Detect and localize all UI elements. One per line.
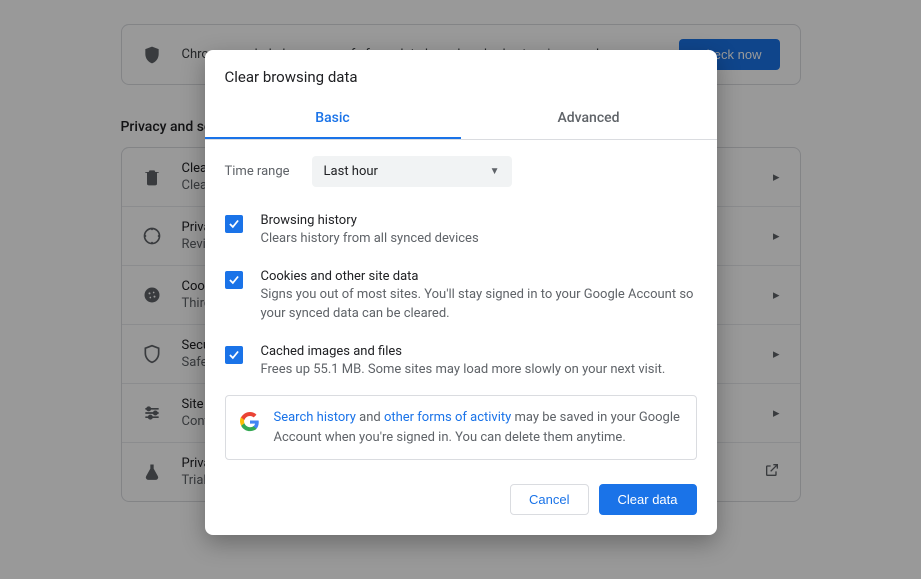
tab-basic[interactable]: Basic	[205, 98, 461, 139]
clear-browsing-data-dialog: Clear browsing data Basic Advanced Time …	[205, 50, 717, 535]
option-title: Cookies and other site data	[261, 269, 697, 284]
option-cache: Cached images and files Frees up 55.1 MB…	[225, 334, 697, 390]
option-title: Cached images and files	[261, 344, 697, 359]
checkbox-cookies[interactable]	[225, 271, 243, 289]
checkbox-cache[interactable]	[225, 346, 243, 364]
option-cookies: Cookies and other site data Signs you ou…	[225, 259, 697, 334]
option-sub: Clears history from all synced devices	[261, 230, 697, 249]
notice-text: Search history and other forms of activi…	[274, 408, 682, 447]
google-account-notice: Search history and other forms of activi…	[225, 395, 697, 460]
tab-advanced[interactable]: Advanced	[461, 98, 717, 139]
caret-down-icon: ▼	[490, 166, 500, 177]
checkbox-browsing-history[interactable]	[225, 215, 243, 233]
search-history-link[interactable]: Search history	[274, 410, 356, 425]
dialog-title: Clear browsing data	[205, 50, 717, 98]
google-icon	[240, 412, 260, 439]
cancel-button[interactable]: Cancel	[510, 484, 588, 515]
clear-data-button[interactable]: Clear data	[599, 484, 697, 515]
option-browsing-history: Browsing history Clears history from all…	[225, 203, 697, 259]
time-range-select[interactable]: Last hour ▼	[312, 156, 512, 187]
time-range-value: Last hour	[324, 164, 378, 179]
option-title: Browsing history	[261, 213, 697, 228]
option-sub: Frees up 55.1 MB. Some sites may load mo…	[261, 361, 697, 380]
modal-overlay: Clear browsing data Basic Advanced Time …	[0, 0, 921, 579]
other-activity-link[interactable]: other forms of activity	[384, 410, 511, 425]
option-sub: Signs you out of most sites. You'll stay…	[261, 286, 697, 324]
dialog-tabs: Basic Advanced	[205, 98, 717, 140]
time-range-label: Time range	[225, 164, 290, 179]
